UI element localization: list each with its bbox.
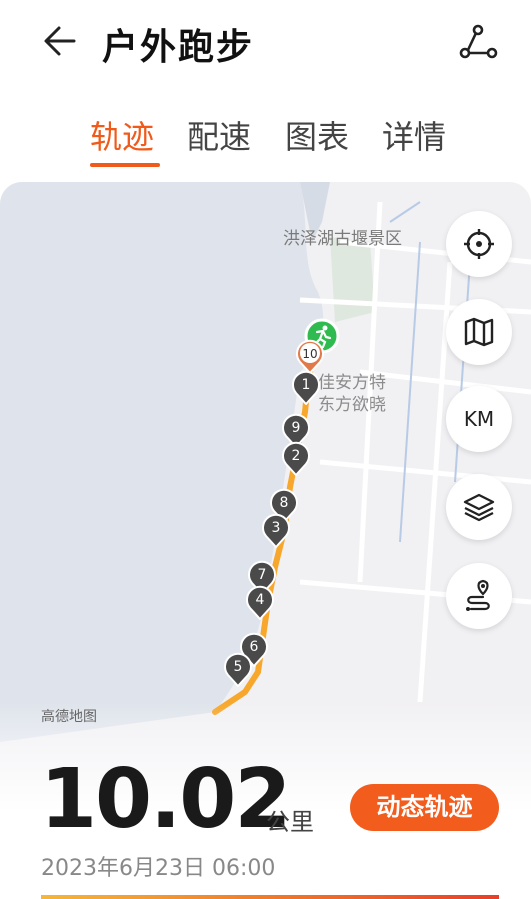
- route-map[interactable]: 洪泽湖古堰景区 佳安方特 东方欲晓 10 1 9 2 8 3 7 4 6 5 KM: [0, 182, 531, 899]
- pace-gradient-bar: [41, 895, 499, 899]
- km-marker-label: 7: [258, 567, 267, 583]
- locate-button[interactable]: [446, 211, 512, 277]
- km-toggle-button[interactable]: KM: [446, 386, 512, 452]
- km-marker-2: 2: [282, 441, 310, 476]
- layers-button[interactable]: [446, 474, 512, 540]
- route-pin-icon: [466, 579, 490, 611]
- km-marker-label: 3: [272, 520, 281, 536]
- tab-track[interactable]: 轨迹: [90, 112, 154, 158]
- layers-icon: [463, 493, 495, 522]
- route-share-icon[interactable]: [455, 20, 501, 66]
- distance-value: 10.02: [40, 752, 291, 847]
- header: 户外跑步: [0, 0, 531, 90]
- km-label: KM: [463, 407, 495, 431]
- km-marker-label: 9: [292, 420, 301, 436]
- km-marker-1: 1: [292, 370, 320, 405]
- km-marker-label: 8: [280, 495, 289, 511]
- km-marker-3: 3: [262, 513, 290, 548]
- km-marker-4: 4: [246, 585, 274, 620]
- map-style-button[interactable]: [446, 299, 512, 365]
- page-title: 户外跑步: [102, 27, 255, 68]
- workout-datetime: 2023年6月23日 06:00: [41, 856, 276, 881]
- km-marker-5: 5: [224, 652, 252, 687]
- tab-charts[interactable]: 图表: [285, 112, 349, 158]
- target-icon: [464, 229, 494, 259]
- tab-details[interactable]: 详情: [382, 112, 446, 158]
- km-marker-label: 5: [234, 659, 243, 675]
- km-marker-label: 4: [256, 592, 265, 608]
- poi-label-2: 东方欲晓: [318, 395, 386, 415]
- km-marker-label: 2: [292, 448, 301, 464]
- distance-unit: 公里: [266, 808, 314, 836]
- arrow-left-icon[interactable]: [38, 18, 84, 64]
- route-button[interactable]: [446, 563, 512, 629]
- map-icon: [464, 317, 494, 347]
- tab-active-indicator: [90, 163, 160, 167]
- km-marker-label: 1: [302, 377, 311, 393]
- km-marker-label: 10: [302, 347, 317, 361]
- dynamic-track-button[interactable]: 动态轨迹: [350, 784, 499, 831]
- tab-pace[interactable]: 配速: [187, 112, 251, 158]
- tab-bar: 轨迹 配速 图表 详情: [0, 112, 531, 172]
- scenic-area-label: 洪泽湖古堰景区: [283, 229, 402, 249]
- map-attribution: 高德地图: [41, 709, 97, 725]
